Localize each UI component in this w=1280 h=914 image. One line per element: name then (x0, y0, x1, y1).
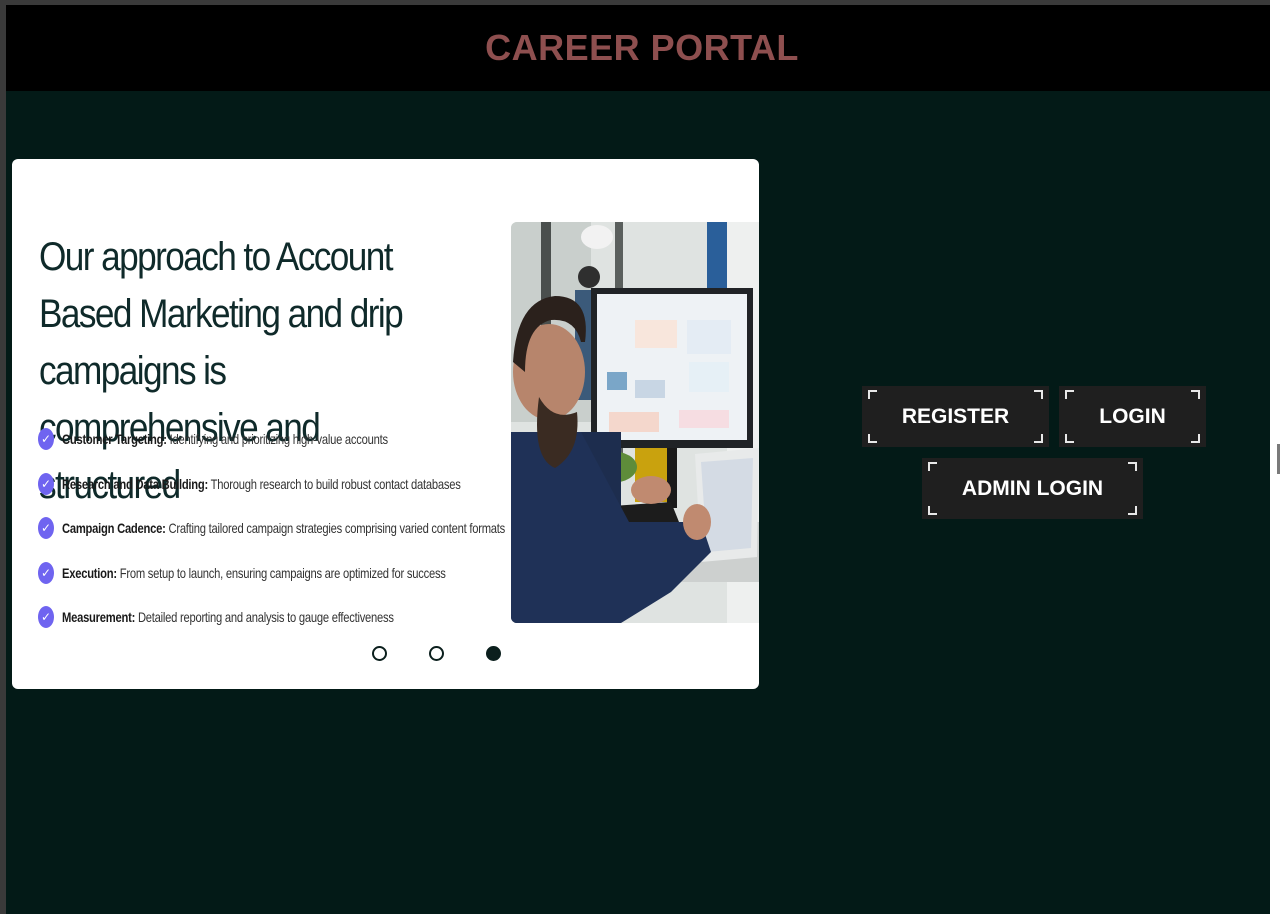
office-photo (511, 222, 759, 623)
feature-description: Identifying and prioritizing high-value … (169, 431, 388, 448)
page-title: CAREER PORTAL (485, 27, 799, 68)
feature-title: Measurement: (62, 609, 136, 626)
check-icon: ✓ (38, 561, 54, 584)
register-label: REGISTER (901, 404, 1010, 428)
login-button[interactable]: LOGIN (1059, 386, 1206, 447)
list-item: ✓ Customer Targeting: Identifying and pr… (38, 417, 538, 462)
carousel-dot-2[interactable] (429, 646, 444, 661)
feature-description: Crafting tailored campaign strategies co… (168, 520, 506, 537)
admin-login-label: ADMIN LOGIN (961, 476, 1104, 500)
login-label: LOGIN (1099, 404, 1166, 428)
top-header: CAREER PORTAL (6, 5, 1270, 91)
feature-title: Campaign Cadence: (62, 520, 166, 537)
carousel-dot-3[interactable] (486, 646, 501, 661)
check-icon: ✓ (38, 472, 54, 495)
feature-description: From setup to launch, ensuring campaigns… (119, 564, 446, 581)
check-icon: ✓ (38, 517, 54, 540)
check-icon: ✓ (38, 428, 54, 451)
list-item: ✓ Research and Data Building: Thorough r… (38, 462, 538, 507)
carousel-slide: Our approach to Account Based Marketing … (12, 159, 759, 689)
photo-illustration (511, 222, 759, 623)
admin-login-button[interactable]: ADMIN LOGIN (922, 458, 1143, 519)
feature-title: Execution: (62, 564, 117, 581)
feature-description: Detailed reporting and analysis to gauge… (137, 609, 394, 626)
list-item: ✓ Execution: From setup to launch, ensur… (38, 551, 538, 596)
carousel-dot-1[interactable] (372, 646, 387, 661)
check-icon: ✓ (38, 606, 54, 629)
feature-list: ✓ Customer Targeting: Identifying and pr… (38, 417, 538, 640)
list-item: ✓ Measurement: Detailed reporting and an… (38, 595, 538, 640)
list-item: ✓ Campaign Cadence: Crafting tailored ca… (38, 506, 538, 551)
carousel-indicators (372, 646, 512, 662)
register-button[interactable]: REGISTER (862, 386, 1049, 447)
feature-title: Customer Targeting: (62, 431, 167, 448)
page-frame: CAREER PORTAL Our approach to Account Ba… (6, 5, 1270, 914)
feature-title: Research and Data Building: (62, 475, 208, 492)
feature-description: Thorough research to build robust contac… (210, 475, 461, 492)
